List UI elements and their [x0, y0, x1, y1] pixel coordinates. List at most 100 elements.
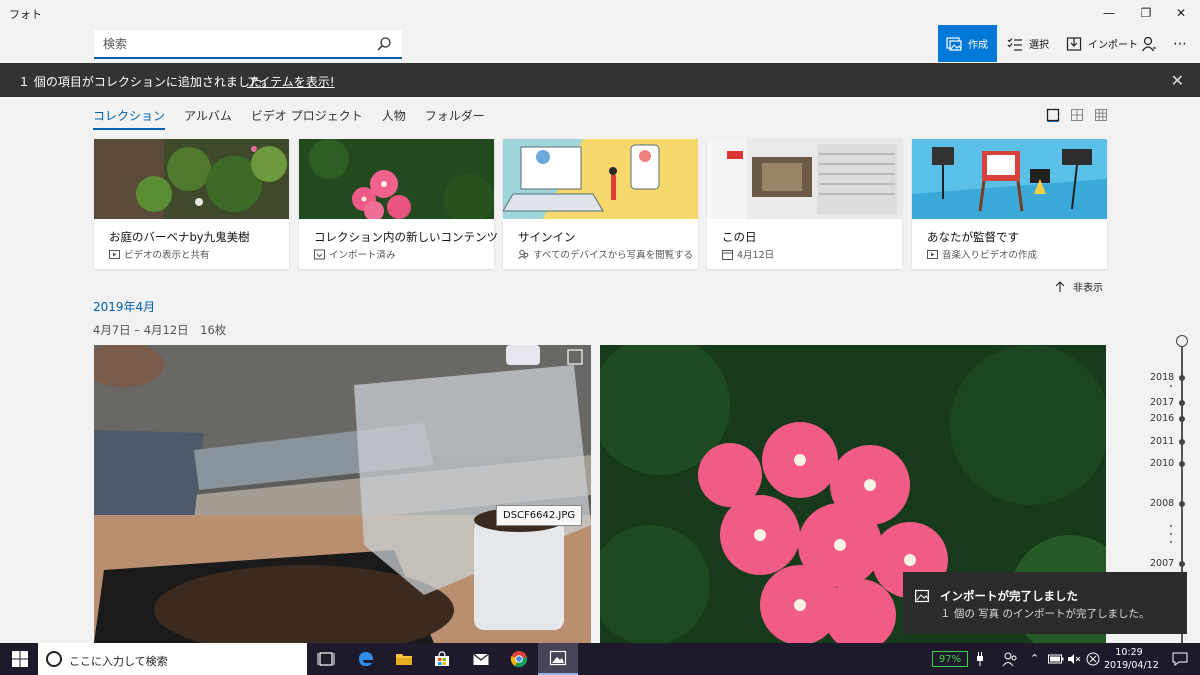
select-button[interactable]: 選択 [999, 25, 1057, 62]
windows-icon [12, 651, 28, 667]
hide-button[interactable]: 非表示 [1055, 279, 1103, 294]
clock-date: 2019/04/12 [1104, 660, 1159, 671]
timeline-dot [1179, 461, 1185, 467]
collection-card[interactable]: お庭のバーベナby九鬼美樹 ビデオの表示と共有 [94, 139, 289, 269]
card-subtitle: すべてのデバイスから写真を閲覧する [518, 247, 693, 261]
account-button[interactable] [1133, 25, 1165, 62]
edge-button[interactable] [346, 643, 386, 675]
garden-thumbnail [94, 139, 289, 219]
task-view-icon [317, 652, 335, 666]
card-subtitle-text: インポート済み [329, 250, 396, 261]
explorer-button[interactable] [384, 643, 424, 675]
card-title: お庭のバーベナby九鬼美樹 [109, 230, 250, 244]
timeline-dot [1179, 416, 1185, 422]
photo-pot-drain[interactable] [94, 345, 591, 643]
clock[interactable]: 10:29 2019/04/12 [1104, 646, 1159, 672]
nav-tabs: コレクション アルバム ビデオ プロジェクト 人物 フォルダー [93, 107, 485, 130]
tab-folder[interactable]: フォルダー [425, 107, 485, 130]
create-button[interactable]: 作成 [938, 25, 997, 62]
card-subtitle-text: 4月12日 [737, 250, 775, 261]
month-header[interactable]: 2019年4月 [93, 298, 155, 315]
cortana-icon [46, 651, 62, 667]
video-icon [109, 249, 120, 259]
card-subtitle: ビデオの表示と共有 [109, 247, 210, 261]
show-hidden-icons-icon[interactable]: ⌃ [1030, 652, 1039, 665]
notification-close-icon[interactable]: ✕ [1171, 71, 1184, 90]
large-view-icon[interactable] [1046, 108, 1060, 122]
collection-card[interactable]: この日 4月12日 [707, 139, 902, 269]
toast-body: １ 個の 写真 のインポートが完了しました。 [940, 608, 1150, 620]
card-title: サインイン [518, 230, 576, 244]
timeline-dot [1179, 375, 1185, 381]
mail-button[interactable] [461, 643, 501, 675]
action-center-icon[interactable] [1172, 652, 1188, 666]
volume-muted-icon[interactable] [1067, 652, 1081, 666]
timeline-year[interactable]: 2017 [1150, 397, 1174, 408]
small-view-icon[interactable] [1094, 108, 1108, 122]
store-icon [435, 651, 449, 666]
timeline-year[interactable]: 2010 [1150, 458, 1174, 469]
video-icon [927, 249, 938, 259]
search-box[interactable] [94, 30, 402, 59]
card-subtitle-text: 音楽入りビデオの作成 [942, 250, 1038, 261]
tab-album[interactable]: アルバム [184, 107, 232, 130]
medium-view-icon[interactable] [1070, 108, 1084, 122]
timeline-year[interactable]: 2007 [1150, 558, 1174, 569]
create-icon [946, 36, 962, 51]
timeline-year[interactable]: 2011 [1150, 436, 1174, 447]
timeline-minor-dot [1170, 385, 1172, 387]
close-button[interactable]: ✕ [1158, 0, 1200, 26]
flower-thumbnail [299, 139, 494, 219]
collection-card[interactable]: あなたが監督です 音楽入りビデオの作成 [912, 139, 1107, 269]
director-illustration [912, 139, 1107, 219]
search-icon[interactable] [376, 36, 392, 52]
collection-card[interactable]: コレクション内の新しいコンテンツ インポート済み [299, 139, 498, 269]
people-icon[interactable] [1002, 651, 1018, 667]
taskbar: ここに入力して検索 97% ⌃ 10:29 2019/04/12 [0, 643, 1200, 675]
tab-video-project[interactable]: ビデオ プロジェクト [251, 107, 363, 130]
start-button[interactable] [0, 643, 40, 675]
timeline-dot [1179, 439, 1185, 445]
clock-time: 10:29 [1115, 647, 1143, 658]
photos-taskbar-button[interactable] [538, 643, 578, 675]
chrome-button[interactable] [499, 643, 539, 675]
taskbar-search-text: ここに入力して検索 [69, 655, 168, 668]
timeline-minor-dot [1170, 525, 1172, 527]
battery-indicator[interactable]: 97% [932, 651, 968, 667]
timeline-minor-dot [1170, 533, 1172, 535]
import-complete-toast[interactable]: インポートが完了しました １ 個の 写真 のインポートが完了しました。 [903, 572, 1187, 634]
tab-collection[interactable]: コレクション [93, 107, 166, 130]
timeline-year[interactable]: 2018 [1150, 372, 1174, 383]
timeline-dot [1179, 400, 1185, 406]
mail-icon [473, 653, 489, 665]
card-subtitle: 音楽入りビデオの作成 [927, 247, 1037, 261]
tab-people[interactable]: 人物 [382, 107, 406, 130]
view-item-link[interactable]: アイテムを表示! [247, 73, 335, 90]
arrow-up-icon [1055, 281, 1065, 292]
photo-icon [915, 589, 929, 603]
timeline-top-handle[interactable] [1176, 335, 1188, 347]
search-input[interactable] [103, 35, 363, 53]
store-button[interactable] [422, 643, 462, 675]
taskbar-search[interactable]: ここに入力して検索 [38, 643, 331, 675]
photos-app: フォト — ❐ ✕ 作成 選択 [0, 0, 1200, 643]
filename-tooltip: DSCF6642.JPG [496, 505, 583, 526]
battery-icon[interactable] [1048, 653, 1064, 665]
timeline-year[interactable]: 2016 [1150, 413, 1174, 424]
timeline-year[interactable]: 2008 [1150, 498, 1174, 509]
card-title: コレクション内の新しいコンテンツ [314, 230, 498, 244]
notification-bar: １ 個の項目がコレクションに追加されました。 アイテムを表示! ✕ [0, 63, 1200, 97]
import-icon [314, 249, 325, 259]
task-view-button[interactable] [306, 643, 346, 675]
import-label: インポート [1088, 40, 1138, 51]
collection-card[interactable]: サインイン すべてのデバイスから写真を閲覧する [503, 139, 698, 269]
no-network-icon[interactable] [1086, 652, 1100, 666]
edge-icon [359, 652, 373, 666]
folder-icon [396, 654, 412, 665]
calendar-icon [722, 249, 733, 260]
more-button[interactable]: ⋯ [1165, 25, 1195, 62]
card-title: あなたが監督です [927, 230, 1019, 244]
timeline-dot [1179, 501, 1185, 507]
plug-icon [977, 652, 983, 666]
import-icon [1066, 36, 1082, 51]
